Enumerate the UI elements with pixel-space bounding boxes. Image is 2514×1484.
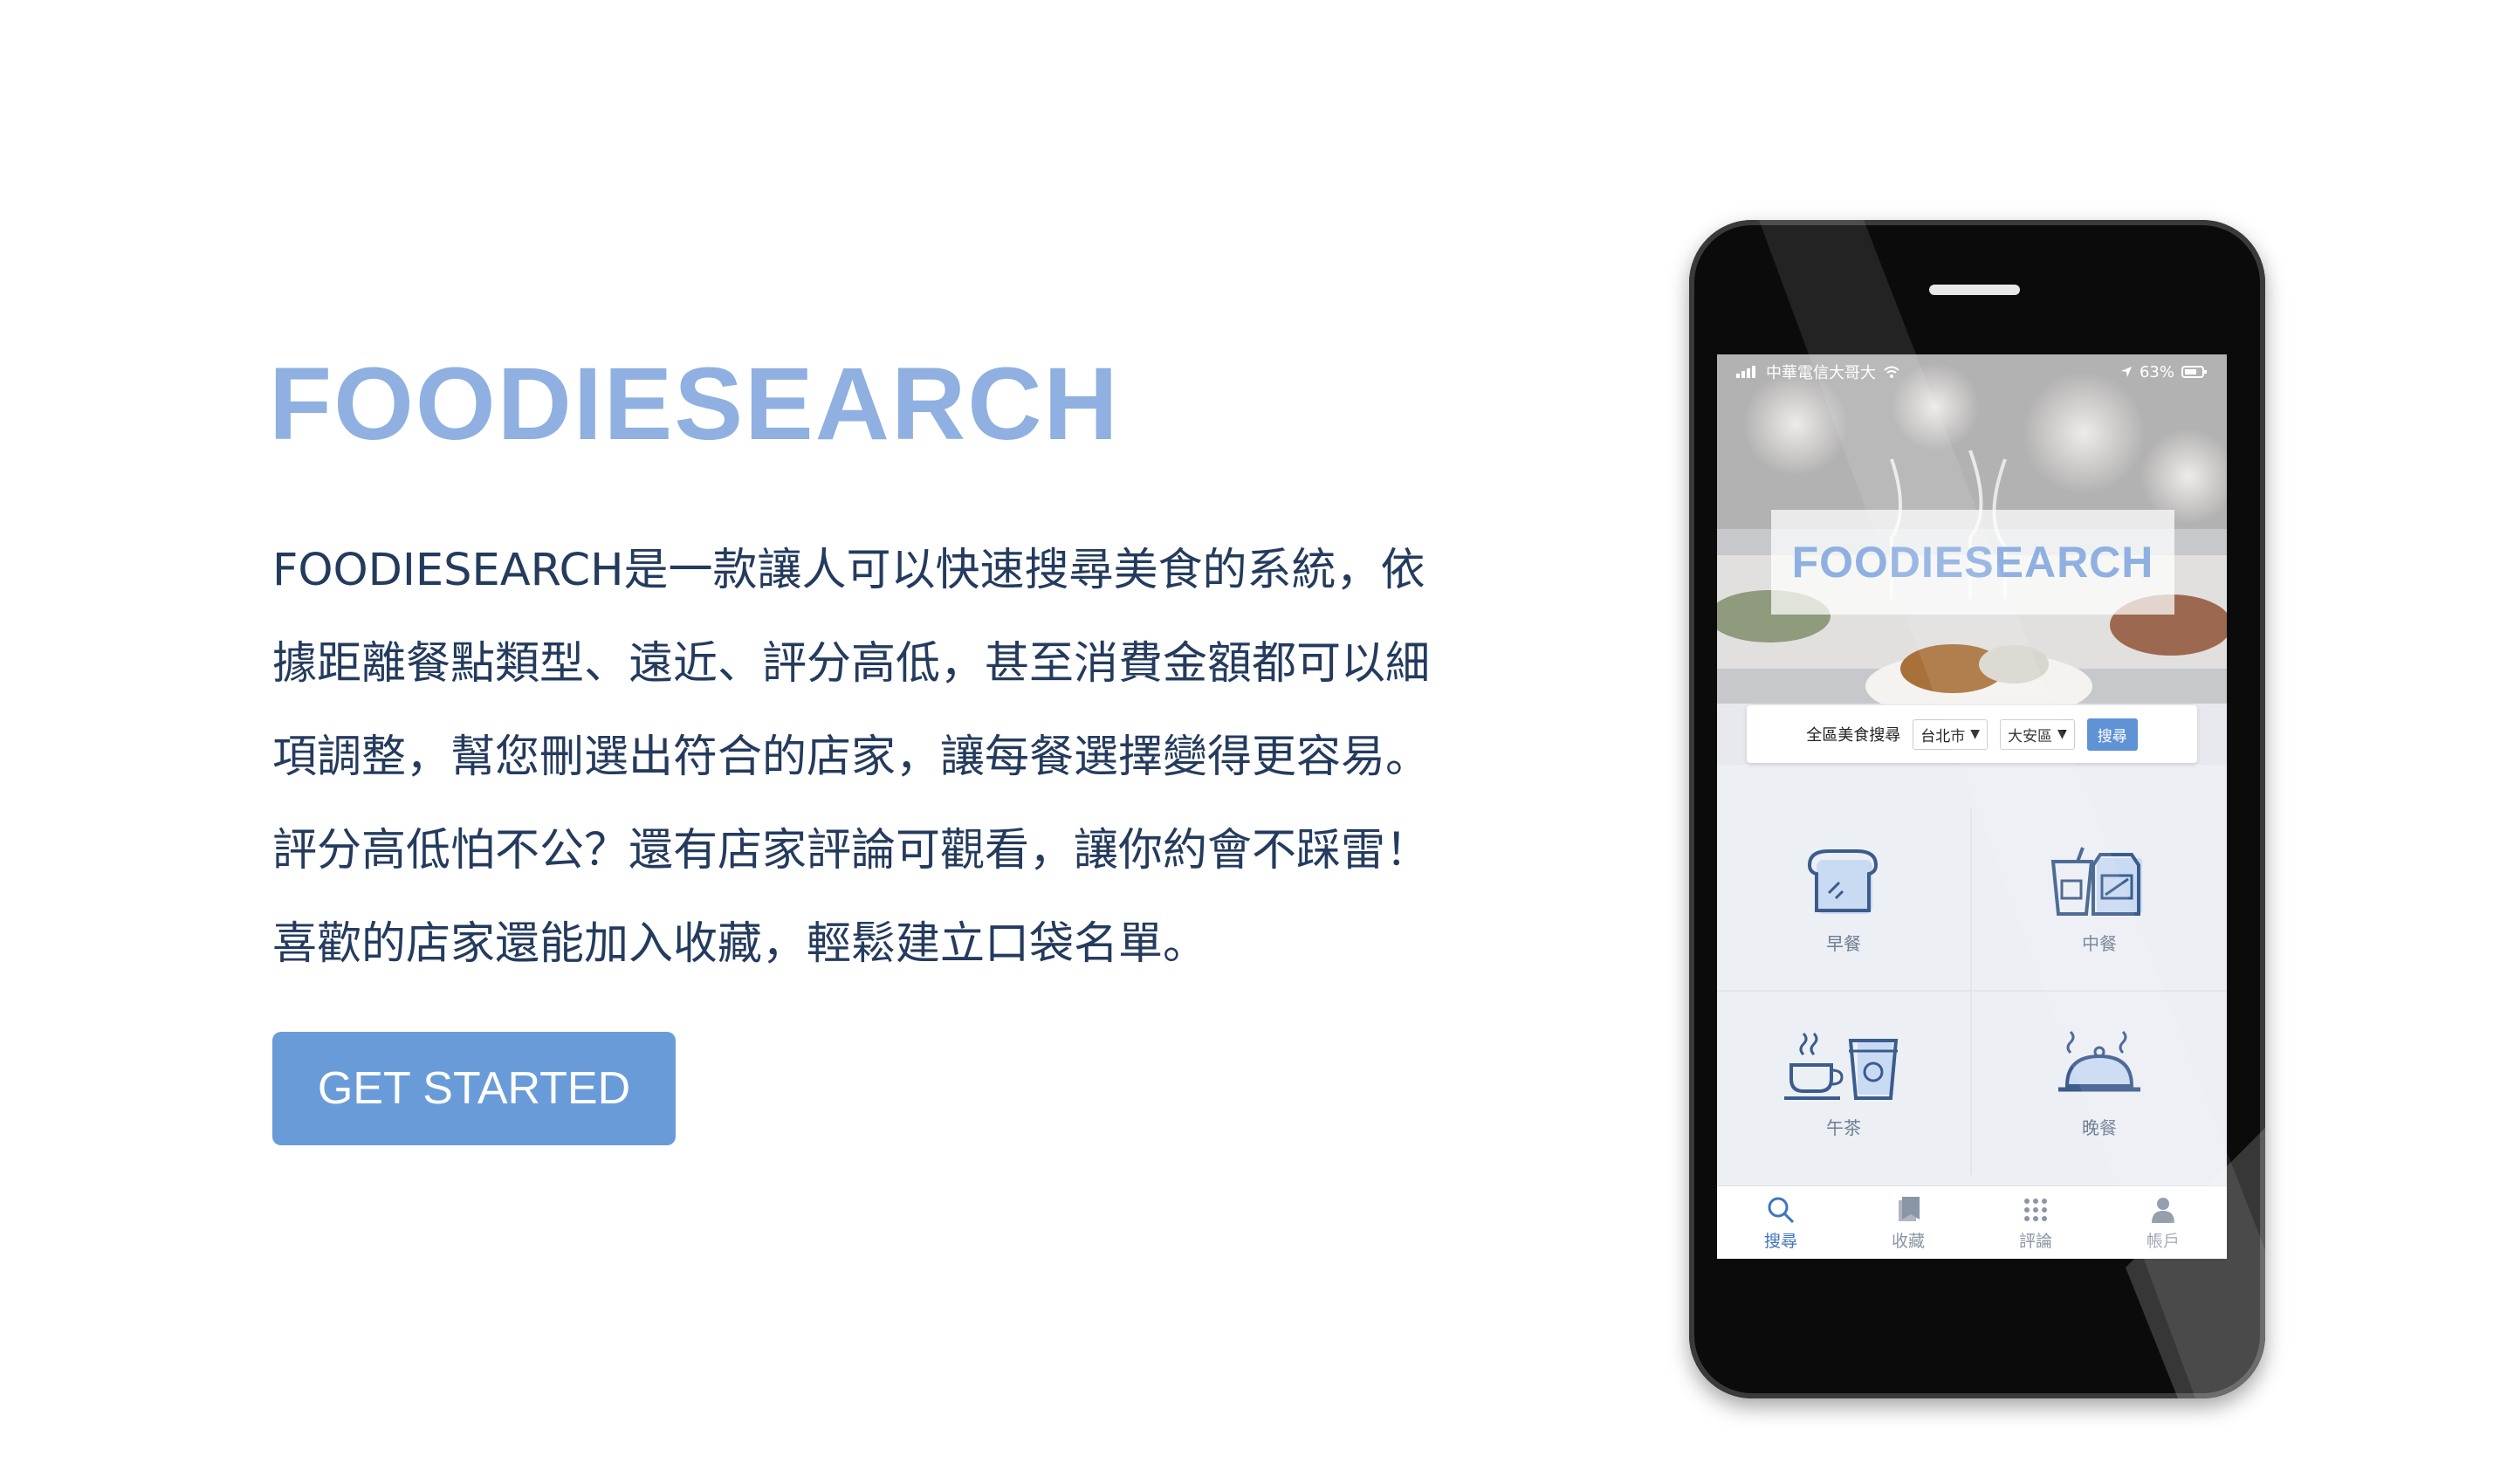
hero-description: FOODIESEARCH是一款讓人可以快速搜尋美食的系統，依 據距離餐點類型、遠… [272, 524, 1477, 991]
user-icon [2152, 1197, 2174, 1223]
category-label: 中餐 [2082, 932, 2117, 954]
category-breakfast[interactable]: 早餐 [1717, 808, 1972, 992]
wifi-icon [1884, 366, 1899, 378]
category-dinner[interactable]: 晚餐 [1972, 992, 2227, 1175]
tab-label: 收藏 [1891, 1231, 1925, 1251]
dinner-cloche-icon [2058, 1030, 2140, 1091]
banner-logo-card: FOODIESEARCH [1771, 510, 2174, 615]
city-value: 台北市 [1920, 727, 1966, 745]
description-line: 評分高低怕不公？還有店家評論可觀看，讓你約會不踩雷！ [272, 825, 1431, 876]
bread-icon [1807, 848, 1879, 914]
bottom-tab-bar: 搜尋 收藏 評論 帳戶 [1717, 1185, 2227, 1259]
category-afternoon-tea[interactable]: 午茶 [1717, 992, 1972, 1175]
chevron-down-icon: ▼ [1970, 727, 1980, 741]
carrier-label: 中華電信大哥大 [1766, 364, 1876, 382]
search-button[interactable]: 搜尋 [2086, 718, 2138, 751]
tab-account[interactable]: 帳戶 [2099, 1186, 2227, 1259]
description-line: FOODIESEARCH是一款讓人可以快速搜尋美食的系統，依 [272, 545, 1425, 596]
search-bar: 全區美食搜尋 台北市 ▼ 大安區 ▼ 搜尋 [1747, 705, 2197, 763]
district-select[interactable]: 大安區 ▼ [2000, 718, 2075, 750]
grid-dots-icon [2024, 1198, 2047, 1221]
search-icon [1768, 1197, 1795, 1223]
tab-label: 評論 [2018, 1231, 2052, 1251]
category-lunch[interactable]: 中餐 [1972, 808, 2227, 992]
city-select[interactable]: 台北市 ▼ [1913, 718, 1988, 750]
description-line: 項調整，幫您刪選出符合的店家，讓每餐選擇變得更容易。 [272, 732, 1431, 783]
tab-favorites[interactable]: 收藏 [1844, 1186, 1972, 1259]
phone-speaker [1929, 285, 2020, 295]
location-arrow-icon [2120, 367, 2132, 377]
search-label: 全區美食搜尋 [1806, 726, 1901, 745]
battery-percent: 63% [2139, 362, 2174, 381]
battery-icon [2181, 366, 2207, 378]
district-value: 大安區 [2008, 727, 2052, 745]
tab-reviews[interactable]: 評論 [1972, 1186, 2099, 1259]
category-grid: 早餐 中餐 午茶 晚餐 [1717, 808, 2227, 1175]
phone-mockup: 中華電信大哥大 63% FOODIESEARCH 全區美食搜尋 台北市 ▼ 大安… [1689, 220, 2265, 1398]
status-bar: 中華電信大哥大 63% [1717, 354, 2227, 389]
description-line: 據距離餐點類型、遠近、評分高低，甚至消費金額都可以細 [272, 638, 1431, 690]
tab-label: 搜尋 [1763, 1231, 1797, 1251]
category-label: 早餐 [1826, 932, 1861, 954]
banner-logo: FOODIESEARCH [1791, 538, 2154, 587]
get-started-button[interactable]: GET STARTED [272, 1032, 676, 1145]
description-line: 喜歡的店家還能加入收藏，輕鬆建立口袋名單。 [272, 918, 1208, 970]
category-label: 午茶 [1826, 1116, 1861, 1138]
banner-photo: 中華電信大哥大 63% FOODIESEARCH [1717, 354, 2227, 765]
category-label: 晚餐 [2082, 1116, 2117, 1138]
tea-coffee-icon [1784, 1032, 1899, 1100]
takeout-meal-icon [2050, 846, 2142, 916]
app-screen: 中華電信大哥大 63% FOODIESEARCH 全區美食搜尋 台北市 ▼ 大安… [1717, 354, 2227, 1259]
hero-title: FOODIESEARCH [269, 347, 1120, 462]
bookmark-icon [1899, 1196, 1920, 1221]
tab-search[interactable]: 搜尋 [1717, 1186, 1844, 1259]
chevron-down-icon: ▼ [2057, 727, 2067, 741]
tab-label: 帳戶 [2146, 1231, 2180, 1251]
signal-icon [1736, 366, 1755, 378]
